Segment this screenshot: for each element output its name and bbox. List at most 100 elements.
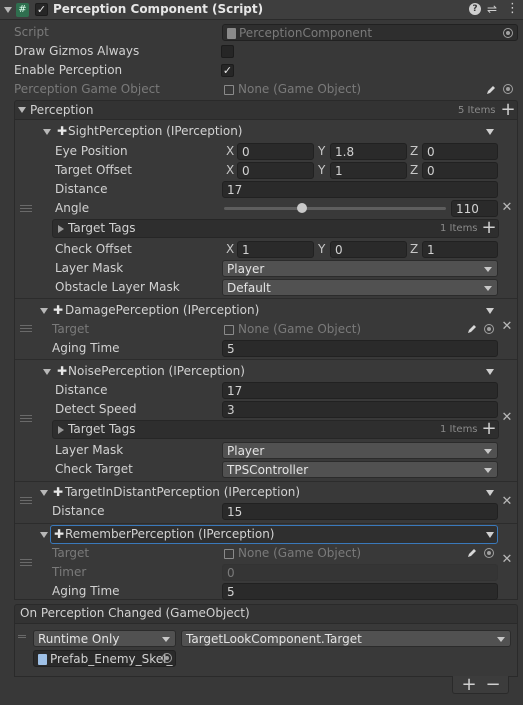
object-picker-icon[interactable] [162,653,172,663]
foldout-arrow-icon[interactable] [4,7,12,13]
noise-title: NoisePerception (IPerception) [68,364,245,378]
chevron-down-icon [484,286,492,291]
event-drag-handle-icon[interactable] [18,635,26,638]
offset-z-field[interactable]: 0 [422,162,498,179]
noise-distance-field[interactable]: 17 [222,382,498,399]
offset-x-field[interactable]: 0 [237,162,314,179]
object-picker-icon [503,28,513,38]
perception-foldout-icon[interactable] [18,107,26,113]
chevron-down-icon [486,369,494,375]
add-event-icon[interactable]: + [461,676,477,694]
perception-go-value[interactable]: None (Game Object) [238,80,361,99]
chevron-down-icon [484,468,492,473]
distant-foldout-icon[interactable] [40,490,48,496]
chevron-down-icon [484,449,492,454]
component-title: Perception Component (Script) [53,2,264,16]
drag-handle-icon[interactable] [20,325,32,332]
help-icon[interactable]: ? [469,3,481,15]
edit-pencil-icon[interactable] [466,323,478,335]
eye-position-label: Eye Position [55,144,128,158]
check-y-field[interactable]: 0 [330,241,407,258]
check-z-field[interactable]: 1 [422,241,498,258]
edit-pencil-icon[interactable] [466,547,478,559]
remove-remember-icon[interactable]: ✕ [501,553,513,566]
draw-gizmos-checkbox[interactable] [221,45,234,58]
remember-foldout-icon[interactable] [40,532,48,538]
check-offset-label: Check Offset [55,242,132,256]
eye-z-field[interactable]: 0 [422,143,498,160]
angle-label: Angle [55,201,90,215]
component-enabled-checkbox[interactable]: ✓ [35,3,48,16]
enable-perception-label: Enable Perception [14,63,123,77]
noise-distance-label: Distance [55,383,108,397]
target-tags-foldout-icon[interactable] [58,426,64,434]
distant-distance-label: Distance [52,504,105,518]
eye-y-field[interactable]: 1.8 [330,143,407,160]
noise-layer-mask-label: Layer Mask [55,443,124,457]
object-picker-icon[interactable] [484,548,494,558]
object-picker-icon[interactable] [503,84,513,94]
remove-sight-icon[interactable]: ✕ [501,201,513,214]
remove-distant-icon[interactable]: ✕ [501,495,513,508]
runtime-dropdown[interactable]: Runtime Only [33,630,176,647]
noise-target-tags-count: 1 Items [440,424,478,435]
angle-field[interactable]: 110 [451,200,498,217]
obstacle-layer-mask-dropdown[interactable]: Default [222,279,498,296]
object-picker-icon[interactable] [484,324,494,334]
drag-handle-icon[interactable] [20,205,32,212]
event-object-field[interactable]: Prefab_Enemy_Skel_ [33,650,176,667]
add-target-tag-icon[interactable]: + [481,420,497,438]
distant-distance-field[interactable]: 15 [222,503,498,520]
offset-y-field[interactable]: 1 [330,162,407,179]
sight-layer-mask-dropdown[interactable]: Player [222,260,498,277]
damage-type-dropdown[interactable] [478,301,498,320]
script-icon: # [16,3,29,17]
gameobject-icon [224,325,234,335]
drag-handle-icon[interactable] [20,497,32,504]
eye-x-field[interactable]: 0 [237,143,314,160]
remember-type-dropdown[interactable] [478,525,498,544]
preset-icon[interactable]: ⇌ [487,2,499,16]
add-perception-icon[interactable]: + [500,101,516,119]
distant-type-dropdown[interactable] [478,483,498,502]
sight-layer-mask-label: Layer Mask [55,261,124,275]
damage-aging-field[interactable]: 5 [222,340,498,357]
timer-label: Timer [52,565,87,579]
detect-speed-field[interactable]: 3 [222,401,498,418]
add-target-tag-icon[interactable]: + [481,219,497,237]
target-tags-foldout-icon[interactable] [58,225,64,233]
event-title: On Perception Changed (GameObject) [20,606,250,620]
check-target-dropdown[interactable]: TPSController [222,461,498,478]
remember-aging-field[interactable]: 5 [222,583,498,600]
distant-title: TargetInDistantPerception (IPerception) [65,485,301,499]
remove-noise-icon[interactable]: ✕ [501,411,513,424]
sight-title: SightPerception (IPerception) [68,124,243,138]
drag-handle-icon[interactable] [20,559,32,566]
puzzle-icon: ✚ [57,124,68,138]
enable-perception-checkbox[interactable]: ✓ [221,64,234,77]
noise-foldout-icon[interactable] [43,369,51,375]
noise-layer-mask-dropdown[interactable]: Player [222,442,498,459]
damage-target-value[interactable]: None (Game Object) [238,320,361,339]
perception-go-label: Perception Game Object [14,82,160,96]
remove-damage-icon[interactable]: ✕ [501,320,513,333]
drag-handle-icon[interactable] [20,415,32,422]
edit-pencil-icon[interactable] [485,84,497,96]
remove-event-icon[interactable]: − [485,676,501,694]
noise-type-dropdown[interactable] [478,362,498,381]
chevron-down-icon [486,490,494,496]
eye-x-label: X [226,144,235,158]
check-x-field[interactable]: 1 [237,241,314,258]
angle-slider-knob[interactable] [296,203,307,213]
puzzle-icon: ✚ [54,527,65,541]
function-dropdown[interactable]: TargetLookComponent.Target [181,630,511,647]
more-menu-icon[interactable]: ⋮ [506,1,519,17]
sight-foldout-icon[interactable] [43,129,51,135]
offset-x-label: X [226,163,235,177]
angle-slider-track[interactable] [224,207,446,210]
chevron-down-icon [162,637,170,642]
sight-distance-field[interactable]: 17 [222,181,498,198]
sight-type-dropdown[interactable] [478,122,498,141]
remember-target-value[interactable]: None (Game Object) [238,544,361,563]
damage-foldout-icon[interactable] [40,308,48,314]
